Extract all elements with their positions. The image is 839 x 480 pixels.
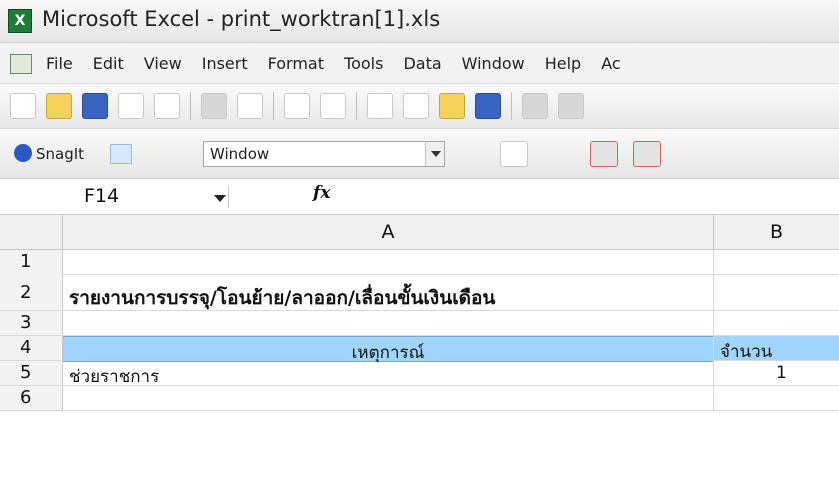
menu-bar: File Edit View Insert Format Tools Data … — [0, 43, 839, 84]
pdf-email-icon[interactable] — [633, 141, 661, 167]
cell-a6[interactable] — [63, 386, 714, 410]
toolbar-separator — [273, 92, 274, 120]
print-preview-icon[interactable] — [237, 93, 263, 119]
row-number: 2 — [20, 282, 32, 303]
row-header[interactable]: 4 — [0, 336, 63, 360]
column-label-a: A — [381, 221, 395, 243]
format-painter-icon[interactable] — [475, 93, 501, 119]
research-icon[interactable] — [320, 93, 346, 119]
cell-a2[interactable]: รายงานการบรรจุ/โอนย้าย/ลาออก/เลื่อนขั้นเ… — [63, 274, 714, 310]
cell-b1[interactable] — [714, 250, 839, 274]
select-all-corner[interactable] — [0, 215, 63, 250]
new-icon[interactable] — [10, 93, 36, 119]
row-number: 3 — [20, 312, 32, 333]
pdf-icon[interactable] — [590, 141, 618, 167]
cell-b5[interactable]: 1 — [714, 361, 839, 385]
menu-acrobat[interactable]: Ac — [601, 54, 620, 73]
cell-b3[interactable] — [714, 311, 839, 335]
permission-icon[interactable] — [118, 93, 144, 119]
formula-bar: F14 fx — [0, 179, 839, 215]
row-header[interactable]: 1 — [0, 250, 63, 274]
menu-view[interactable]: View — [144, 54, 182, 73]
name-box-value: F14 — [84, 185, 120, 207]
chevron-down-icon[interactable] — [425, 142, 444, 166]
cell-a5[interactable]: ช่วยราชการ — [63, 361, 714, 387]
cell-b4[interactable]: จำนวน — [714, 336, 839, 362]
cell-a3[interactable] — [63, 311, 714, 335]
toolbar-separator — [190, 92, 191, 120]
print-icon[interactable] — [201, 93, 227, 119]
table-row: 3 — [0, 311, 839, 336]
redo-icon[interactable] — [558, 93, 584, 119]
cell-b6[interactable] — [714, 386, 839, 410]
paste-icon[interactable] — [439, 93, 465, 119]
table-row: 4 เหตุการณ์ จำนวน — [0, 336, 839, 363]
row-number: 6 — [20, 387, 32, 408]
row-number: 1 — [20, 251, 32, 272]
workbook-icon[interactable] — [10, 54, 32, 74]
spelling-icon[interactable] — [284, 93, 310, 119]
cut-icon[interactable] — [367, 93, 393, 119]
capture-mode-select[interactable]: Window — [203, 141, 445, 167]
column-label-b: B — [769, 221, 784, 243]
menu-insert[interactable]: Insert — [202, 54, 248, 73]
snagit-icon[interactable] — [14, 144, 32, 162]
snagit-label[interactable]: SnagIt — [36, 145, 84, 163]
table-row: 1 — [0, 250, 839, 275]
chevron-down-icon[interactable] — [214, 195, 226, 202]
snagit-window-icon[interactable] — [110, 144, 132, 164]
title-bar: X Microsoft Excel - print_worktran[1].xl… — [0, 0, 839, 43]
menu-tools[interactable]: Tools — [344, 54, 383, 73]
row-number: 4 — [20, 337, 32, 358]
menu-format[interactable]: Format — [268, 54, 324, 73]
column-header-b[interactable]: B — [714, 215, 839, 250]
table-row: 2 รายงานการบรรจุ/โอนย้าย/ลาออก/เลื่อนขั้… — [0, 274, 839, 311]
open-icon[interactable] — [46, 93, 72, 119]
copy-icon[interactable] — [403, 93, 429, 119]
save-icon[interactable] — [82, 93, 108, 119]
row-header[interactable]: 2 — [0, 274, 63, 310]
row-header[interactable]: 6 — [0, 386, 63, 410]
table-row: 5 ช่วยราชการ 1 — [0, 361, 839, 387]
cell-a1[interactable] — [63, 250, 714, 274]
menu-help[interactable]: Help — [545, 54, 581, 73]
column-header-a[interactable]: A — [63, 215, 714, 250]
toolbar-separator — [356, 92, 357, 120]
table-row: 6 — [0, 386, 839, 411]
row-header[interactable]: 3 — [0, 311, 63, 335]
window-title: Microsoft Excel - print_worktran[1].xls — [42, 7, 441, 31]
menu-edit[interactable]: Edit — [93, 54, 124, 73]
snagit-capture-icon[interactable] — [500, 141, 528, 167]
function-icon[interactable]: fx — [313, 183, 330, 203]
row-header[interactable]: 5 — [0, 361, 63, 385]
report-title: รายงานการบรรจุ/โอนย้าย/ลาออก/เลื่อนขั้นเ… — [69, 287, 496, 309]
standard-toolbar — [0, 84, 839, 129]
menu-window[interactable]: Window — [462, 54, 525, 73]
excel-icon: X — [8, 9, 32, 33]
menu-file[interactable]: File — [46, 54, 73, 73]
snagit-toolbar: SnagIt Window — [0, 129, 839, 179]
email-icon[interactable] — [154, 93, 180, 119]
name-box[interactable]: F14 — [8, 185, 229, 208]
count-value: 1 — [776, 363, 787, 383]
worksheet-grid: A B 1 2 รายงานการบรรจุ/โอนย้าย/ลาออก/เลื… — [0, 215, 839, 480]
cell-a4[interactable]: เหตุการณ์ — [63, 336, 714, 363]
undo-icon[interactable] — [522, 93, 548, 119]
capture-mode-value: Window — [210, 145, 270, 163]
cell-b2[interactable] — [714, 274, 839, 310]
toolbar-separator — [511, 92, 512, 120]
menu-data[interactable]: Data — [403, 54, 441, 73]
row-number: 5 — [20, 362, 32, 383]
